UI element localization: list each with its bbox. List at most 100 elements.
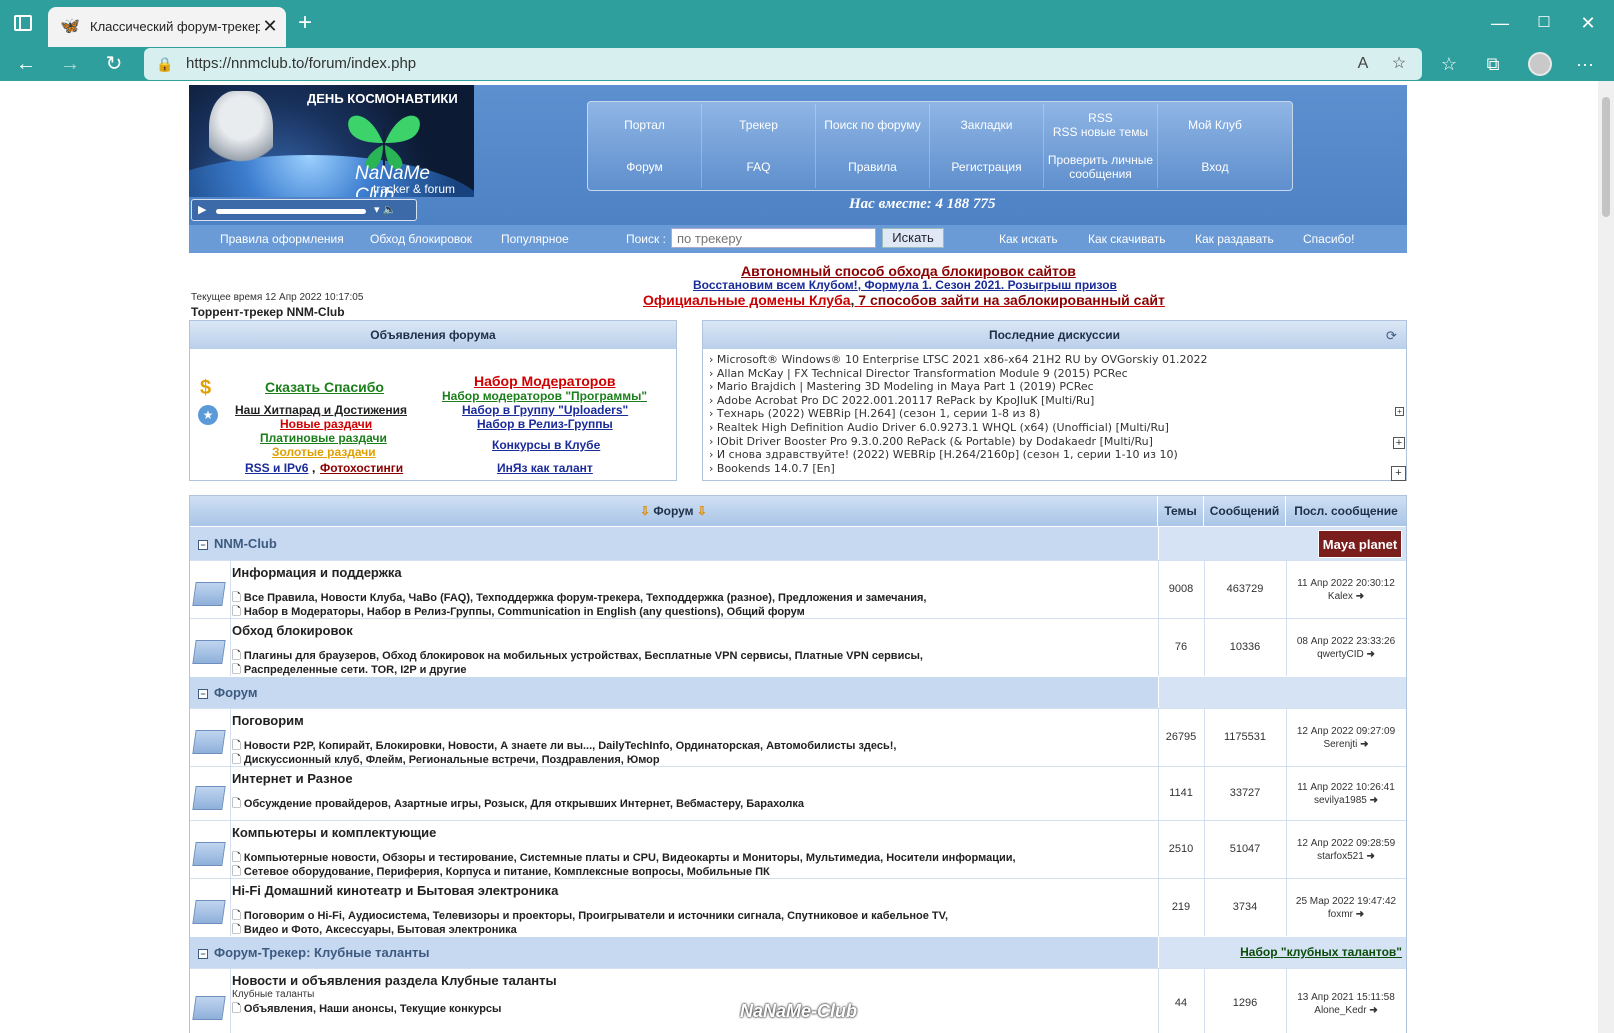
goto-post-icon[interactable]: ➜ bbox=[1367, 649, 1375, 660]
profile-avatar[interactable] bbox=[1528, 52, 1552, 76]
last-post-user[interactable]: sevilya1985 bbox=[1314, 795, 1367, 806]
talents-recruit-link[interactable]: Набор "клубных талантов" bbox=[1240, 945, 1402, 959]
last-post-user[interactable]: Kalex bbox=[1328, 591, 1353, 602]
expand-small-icon[interactable]: + bbox=[1395, 407, 1404, 416]
add-favorite-icon[interactable]: ☆ bbox=[1386, 53, 1412, 75]
goto-post-icon[interactable]: ➜ bbox=[1356, 909, 1364, 920]
subforum-links[interactable]: 🗋 Дискуссионный клуб, Флейм, Региональны… bbox=[232, 753, 660, 767]
forum-title-link[interactable]: Новости и объявления раздела Клубные тал… bbox=[232, 973, 557, 988]
discussion-item[interactable]: › Microsoft® Windows® 10 Enterprise LTSC… bbox=[709, 353, 1207, 366]
uploaders-link[interactable]: Набор в Группу "Uploaders" bbox=[462, 403, 628, 417]
minimize-icon[interactable]: — bbox=[1480, 8, 1520, 38]
notice-unblock-link[interactable]: Автономный способ обхода блокировок сайт… bbox=[741, 263, 1076, 279]
discussion-item[interactable]: › И снова здравствуйте! (2022) WEBRip [H… bbox=[709, 448, 1178, 461]
goto-post-icon[interactable]: ➜ bbox=[1360, 739, 1368, 750]
programs-moderators-link[interactable]: Набор модераторов "Программы" bbox=[442, 389, 647, 403]
refresh-icon[interactable]: ⟳ bbox=[1386, 328, 1397, 344]
subforum-links[interactable]: 🗋 Поговорим о Hi-Fi, Аудиосистема, Телев… bbox=[232, 909, 948, 923]
collapse-icon[interactable]: − bbox=[198, 540, 208, 550]
new-releases-link[interactable]: Новые раздачи bbox=[280, 417, 372, 431]
forum-title-link[interactable]: Интернет и Разное bbox=[232, 771, 353, 786]
goto-post-icon[interactable]: ➜ bbox=[1367, 851, 1375, 862]
read-aloud-icon[interactable]: A bbox=[1350, 53, 1376, 75]
hitparade-link[interactable]: Наш Хитпарад и Достижения bbox=[235, 403, 407, 417]
rss-ipv6-link[interactable]: RSS и IPv6 bbox=[245, 461, 308, 475]
subforum-links[interactable]: 🗋 Все Правила, Новости Клуба, ЧаВо (FAQ)… bbox=[232, 591, 926, 605]
restore-link[interactable]: Восстановим всем Клубом! bbox=[693, 278, 858, 292]
subforum-links[interactable]: 🗋 Объявления, Наши анонсы, Текущие конку… bbox=[232, 1002, 501, 1016]
folder-icon bbox=[192, 726, 228, 754]
posts-count: 463729 bbox=[1226, 583, 1264, 595]
discussion-item[interactable]: › Allan McKay | FX Technical Director Tr… bbox=[709, 367, 1128, 380]
forward-icon[interactable]: → bbox=[56, 51, 84, 77]
last-post-user[interactable]: foxmr bbox=[1328, 909, 1353, 920]
release-groups-link[interactable]: Набор в Релиз-Группы bbox=[477, 417, 613, 431]
collapse-icon[interactable]: − bbox=[198, 949, 208, 959]
new-tab-icon[interactable]: + bbox=[292, 10, 318, 36]
subforum-links[interactable]: 🗋 Распределенные сети. TOR, I2P и другие bbox=[232, 663, 467, 677]
forum-title-link[interactable]: Поговорим bbox=[232, 713, 304, 728]
goto-post-icon[interactable]: ➜ bbox=[1369, 1005, 1377, 1016]
subforum-links[interactable]: 🗋 Набор в Модераторы, Набор в Релиз-Груп… bbox=[232, 605, 805, 619]
subforum-links[interactable]: 🗋 Компьютерные новости, Обзоры и тестиро… bbox=[232, 851, 1016, 865]
close-window-icon[interactable]: ✕ bbox=[1568, 8, 1608, 38]
discussion-item[interactable]: › Технарь (2022) WEBRip [H.264] (сезон 1… bbox=[709, 407, 1040, 420]
subforum-links[interactable]: 🗋 Видео и Фото, Аксессуары, Бытовая элек… bbox=[232, 923, 517, 937]
forum-title-link[interactable]: Hi-Fi Домашний кинотеатр и Бытовая элект… bbox=[232, 883, 558, 898]
more-menu-icon[interactable]: ··· bbox=[1570, 51, 1600, 77]
collapse-icon[interactable]: − bbox=[198, 689, 208, 699]
subforum-links[interactable]: 🗋 Новости P2P, Копирайт, Блокировки, Нов… bbox=[232, 739, 897, 753]
forum-title-link[interactable]: Информация и поддержка bbox=[232, 565, 402, 580]
seven-ways-link[interactable]: 7 способов зайти на заблокированный сайт bbox=[858, 292, 1165, 308]
goto-post-icon[interactable]: ➜ bbox=[1356, 591, 1364, 602]
last-post: 25 Мар 2022 19:47:42 foxmr ➜ bbox=[1286, 895, 1406, 921]
photohosting-link[interactable]: Фотохостинги bbox=[320, 461, 403, 475]
reload-icon[interactable]: ↻ bbox=[100, 51, 128, 77]
last-post-user[interactable]: starfox521 bbox=[1317, 851, 1364, 862]
moderators-recruit-link[interactable]: Набор Модераторов bbox=[474, 373, 616, 389]
subforum-links[interactable]: 🗋 Обсуждение провайдеров, Азартные игры,… bbox=[232, 797, 804, 811]
category-title[interactable]: − Форум-Трекер: Клубные таланты bbox=[198, 945, 430, 960]
forum-column-header: ⇩ Форум ⇩ bbox=[190, 496, 1158, 526]
last-post-date: 12 Апр 2022 09:28:59 bbox=[1296, 838, 1396, 849]
formula1-link[interactable]: Формула 1. Сезон 2021. Розыгрыш призов bbox=[864, 278, 1117, 292]
discussion-item[interactable]: › Mario Brajdich | Mastering 3D Modeling… bbox=[709, 380, 1094, 393]
expand-large-icon[interactable]: + bbox=[1391, 466, 1406, 481]
expand-icon[interactable]: + bbox=[1393, 437, 1405, 449]
forum-title-link[interactable]: Компьютеры и комплектующие bbox=[232, 825, 436, 840]
discussion-item[interactable]: › Realtek High Definition Audio Driver 6… bbox=[709, 421, 1169, 434]
last-post-user[interactable]: Alone_Kedr bbox=[1314, 1005, 1366, 1016]
close-tab-icon[interactable]: ✕ bbox=[260, 15, 280, 37]
discussion-item[interactable]: › Bookends 14.0.7 [En] bbox=[709, 462, 835, 475]
gold-releases-link[interactable]: Золотые раздачи bbox=[272, 445, 376, 459]
category-right-cell bbox=[1158, 677, 1406, 708]
subforum-links[interactable]: 🗋 Плагины для браузеров, Обход блокирово… bbox=[232, 649, 923, 663]
maya-planet-banner[interactable]: Maya planet bbox=[1318, 530, 1402, 558]
subforum-links[interactable]: 🗋 Сетевое оборудование, Периферия, Корпу… bbox=[232, 865, 770, 879]
discussion-item[interactable]: › IObit Driver Booster Pro 9.3.0.200 ReP… bbox=[709, 435, 1153, 448]
language-talent-link[interactable]: ИнЯз как талант bbox=[497, 461, 593, 475]
last-post-column-header: Посл. сообщение bbox=[1286, 496, 1406, 526]
tab-actions-icon[interactable] bbox=[14, 15, 32, 31]
discussion-item[interactable]: › Adobe Acrobat Pro DC 2022.001.20117 Re… bbox=[709, 394, 1094, 407]
back-icon[interactable]: ← bbox=[12, 51, 40, 77]
goto-post-icon[interactable]: ➜ bbox=[1370, 795, 1378, 806]
last-post-user[interactable]: qwertyCID bbox=[1317, 649, 1364, 660]
favorites-icon[interactable]: ☆ bbox=[1434, 51, 1464, 77]
category-title[interactable]: − Форум bbox=[198, 685, 257, 700]
address-bar[interactable]: 🔒 https://nnmclub.to/forum/index.php A ☆ bbox=[144, 48, 1422, 80]
collections-icon[interactable]: ⧉ bbox=[1478, 51, 1508, 77]
say-thanks-link[interactable]: Сказать Спасибо bbox=[265, 379, 384, 395]
forum-title-link[interactable]: Обход блокировок bbox=[232, 623, 353, 638]
domains-link[interactable]: Официальные домены Клуба bbox=[643, 292, 851, 308]
last-post-user[interactable]: Serenjti bbox=[1323, 739, 1357, 750]
platinum-releases-link[interactable]: Платиновые раздачи bbox=[260, 431, 387, 445]
page-scrollbar[interactable] bbox=[1598, 81, 1614, 1033]
browser-tab[interactable]: 🦋 Классический форум-трекер :: ✕ bbox=[48, 7, 286, 47]
browser-nav-bar: ← → ↻ 🔒 https://nnmclub.to/forum/index.p… bbox=[0, 47, 1614, 81]
contests-link[interactable]: Конкурсы в Клубе bbox=[492, 438, 600, 452]
scrollbar-thumb[interactable] bbox=[1602, 97, 1610, 217]
category-title[interactable]: − NNM-Club bbox=[198, 536, 277, 551]
last-post: 13 Апр 2021 15:11:58 Alone_Kedr ➜ bbox=[1286, 991, 1406, 1017]
maximize-icon[interactable]: ☐ bbox=[1524, 8, 1564, 38]
